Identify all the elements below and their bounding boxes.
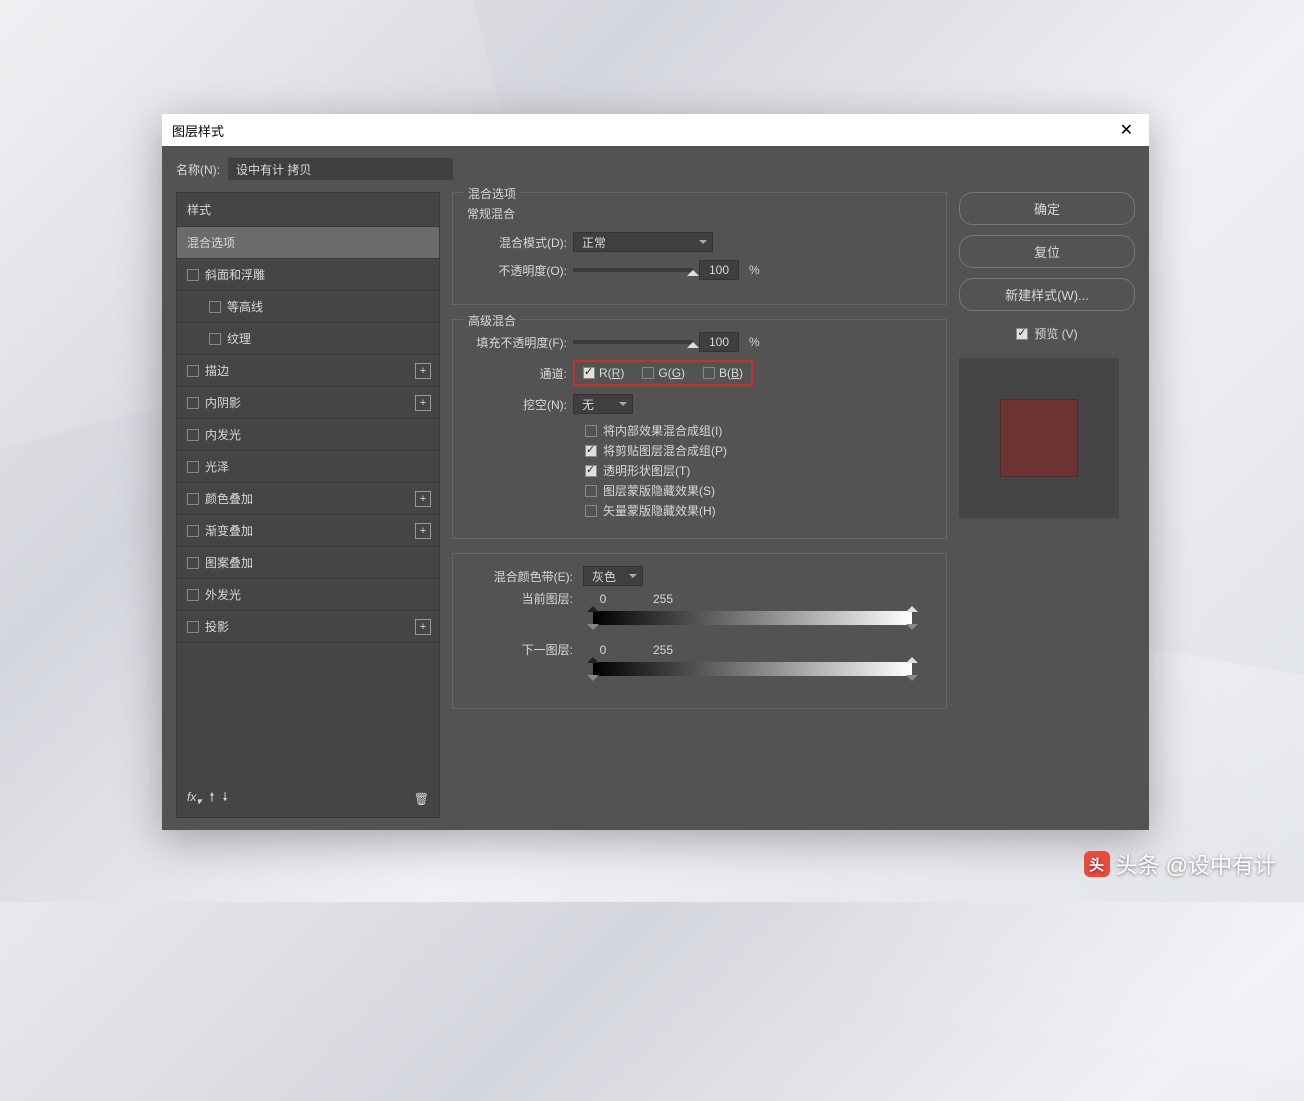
knockout-label: 挖空(N): xyxy=(467,396,567,413)
fill-opacity-label: 填充不透明度(F): xyxy=(467,334,567,351)
checkbox[interactable] xyxy=(187,557,199,569)
style-color-overlay[interactable]: 颜色叠加+ xyxy=(177,483,439,515)
channel-label: 通道: xyxy=(467,365,567,382)
section-title: 混合选项 xyxy=(463,185,521,202)
blend-mode-select[interactable]: 正常 xyxy=(573,232,713,252)
arrow-down-icon[interactable]: 🠗 xyxy=(223,788,228,809)
knockout-select[interactable]: 无 xyxy=(573,394,633,414)
checkbox-blend-interior[interactable] xyxy=(585,425,597,437)
channel-b[interactable]: B(B) xyxy=(703,366,743,380)
style-contour[interactable]: 等高线 xyxy=(177,291,439,323)
arrow-up-icon[interactable]: 🠕 xyxy=(209,788,214,809)
checkbox[interactable] xyxy=(187,397,199,409)
toutiao-icon: 头 xyxy=(1084,851,1110,877)
blending-options-group: 混合选项 常规混合 混合模式(D): 正常 不透明度(O): % xyxy=(452,192,947,305)
checkbox[interactable] xyxy=(187,589,199,601)
new-style-button[interactable]: 新建样式(W)... xyxy=(959,278,1135,311)
dialog-title: 图层样式 xyxy=(172,121,224,140)
blendif-select[interactable]: 灰色 xyxy=(583,566,643,586)
channel-highlight-box: R(R) G(G) B(B) xyxy=(573,360,753,386)
preview-checkbox[interactable] xyxy=(1016,328,1028,340)
adv-title: 高级混合 xyxy=(463,312,521,329)
add-icon[interactable]: + xyxy=(415,363,431,379)
opacity-label: 不透明度(O): xyxy=(467,262,567,279)
fill-slider[interactable] xyxy=(573,340,693,344)
opacity-slider[interactable] xyxy=(573,268,693,272)
style-satin[interactable]: 光泽 xyxy=(177,451,439,483)
channel-r[interactable]: R(R) xyxy=(583,366,624,380)
layer-style-dialog: 图层样式 ✕ 名称(N): 样式 混合选项 斜面和浮雕 等高线 xyxy=(162,114,1149,830)
opacity-input[interactable] xyxy=(699,260,739,280)
preview-label: 预览 (V) xyxy=(1034,325,1077,342)
checkbox[interactable] xyxy=(209,301,221,313)
checkbox[interactable] xyxy=(209,333,221,345)
style-gradient-overlay[interactable]: 渐变叠加+ xyxy=(177,515,439,547)
reset-button[interactable]: 复位 xyxy=(959,235,1135,268)
fx-icon[interactable]: fx▾ xyxy=(187,790,201,807)
blendif-label: 混合颜色带(E): xyxy=(467,568,573,585)
titlebar: 图层样式 ✕ xyxy=(162,114,1149,146)
style-outer-glow[interactable]: 外发光 xyxy=(177,579,439,611)
style-blend-options[interactable]: 混合选项 xyxy=(177,227,439,259)
channel-g[interactable]: G(G) xyxy=(642,366,685,380)
style-inner-shadow[interactable]: 内阴影+ xyxy=(177,387,439,419)
style-pattern-overlay[interactable]: 图案叠加 xyxy=(177,547,439,579)
name-input[interactable] xyxy=(228,158,453,180)
this-layer-slider[interactable] xyxy=(593,611,912,625)
blend-mode-label: 混合模式(D): xyxy=(467,234,567,251)
style-drop-shadow[interactable]: 投影+ xyxy=(177,611,439,643)
style-stroke[interactable]: 描边+ xyxy=(177,355,439,387)
fill-input[interactable] xyxy=(699,332,739,352)
add-icon[interactable]: + xyxy=(415,491,431,507)
style-inner-glow[interactable]: 内发光 xyxy=(177,419,439,451)
checkbox-transparency-shapes[interactable] xyxy=(585,465,597,477)
checkbox[interactable] xyxy=(187,365,199,377)
preview-swatch xyxy=(959,358,1119,518)
add-icon[interactable]: + xyxy=(415,619,431,635)
checkbox[interactable] xyxy=(187,429,199,441)
styles-panel: 样式 混合选项 斜面和浮雕 等高线 纹理 描边+ 内阴影+ 内发光 光泽 颜色叠… xyxy=(176,192,440,818)
blend-if-group: 混合颜色带(E): 灰色 当前图层: 0 255 xyxy=(452,553,947,709)
general-blend-title: 常规混合 xyxy=(467,205,932,222)
close-icon[interactable]: ✕ xyxy=(1114,118,1139,142)
style-bevel[interactable]: 斜面和浮雕 xyxy=(177,259,439,291)
checkbox[interactable] xyxy=(187,525,199,537)
checkbox-layer-mask-hide[interactable] xyxy=(585,485,597,497)
ok-button[interactable]: 确定 xyxy=(959,192,1135,225)
under-layer-label: 下一图层: xyxy=(467,641,573,658)
trash-icon[interactable]: 🗑 xyxy=(414,792,429,806)
this-layer-label: 当前图层: xyxy=(467,590,573,607)
add-icon[interactable]: + xyxy=(415,395,431,411)
checkbox[interactable] xyxy=(187,493,199,505)
styles-header: 样式 xyxy=(177,193,439,227)
checkbox-vector-mask-hide[interactable] xyxy=(585,505,597,517)
watermark: 头 头条 @设中有计 xyxy=(1084,848,1276,880)
name-label: 名称(N): xyxy=(176,161,220,178)
style-texture[interactable]: 纹理 xyxy=(177,323,439,355)
under-layer-slider[interactable] xyxy=(593,662,912,676)
checkbox[interactable] xyxy=(187,621,199,633)
checkbox-blend-clipped[interactable] xyxy=(585,445,597,457)
add-icon[interactable]: + xyxy=(415,523,431,539)
checkbox[interactable] xyxy=(187,461,199,473)
advanced-blend-group: 高级混合 填充不透明度(F): % 通道: R(R) G(G) xyxy=(452,319,947,539)
checkbox[interactable] xyxy=(187,269,199,281)
